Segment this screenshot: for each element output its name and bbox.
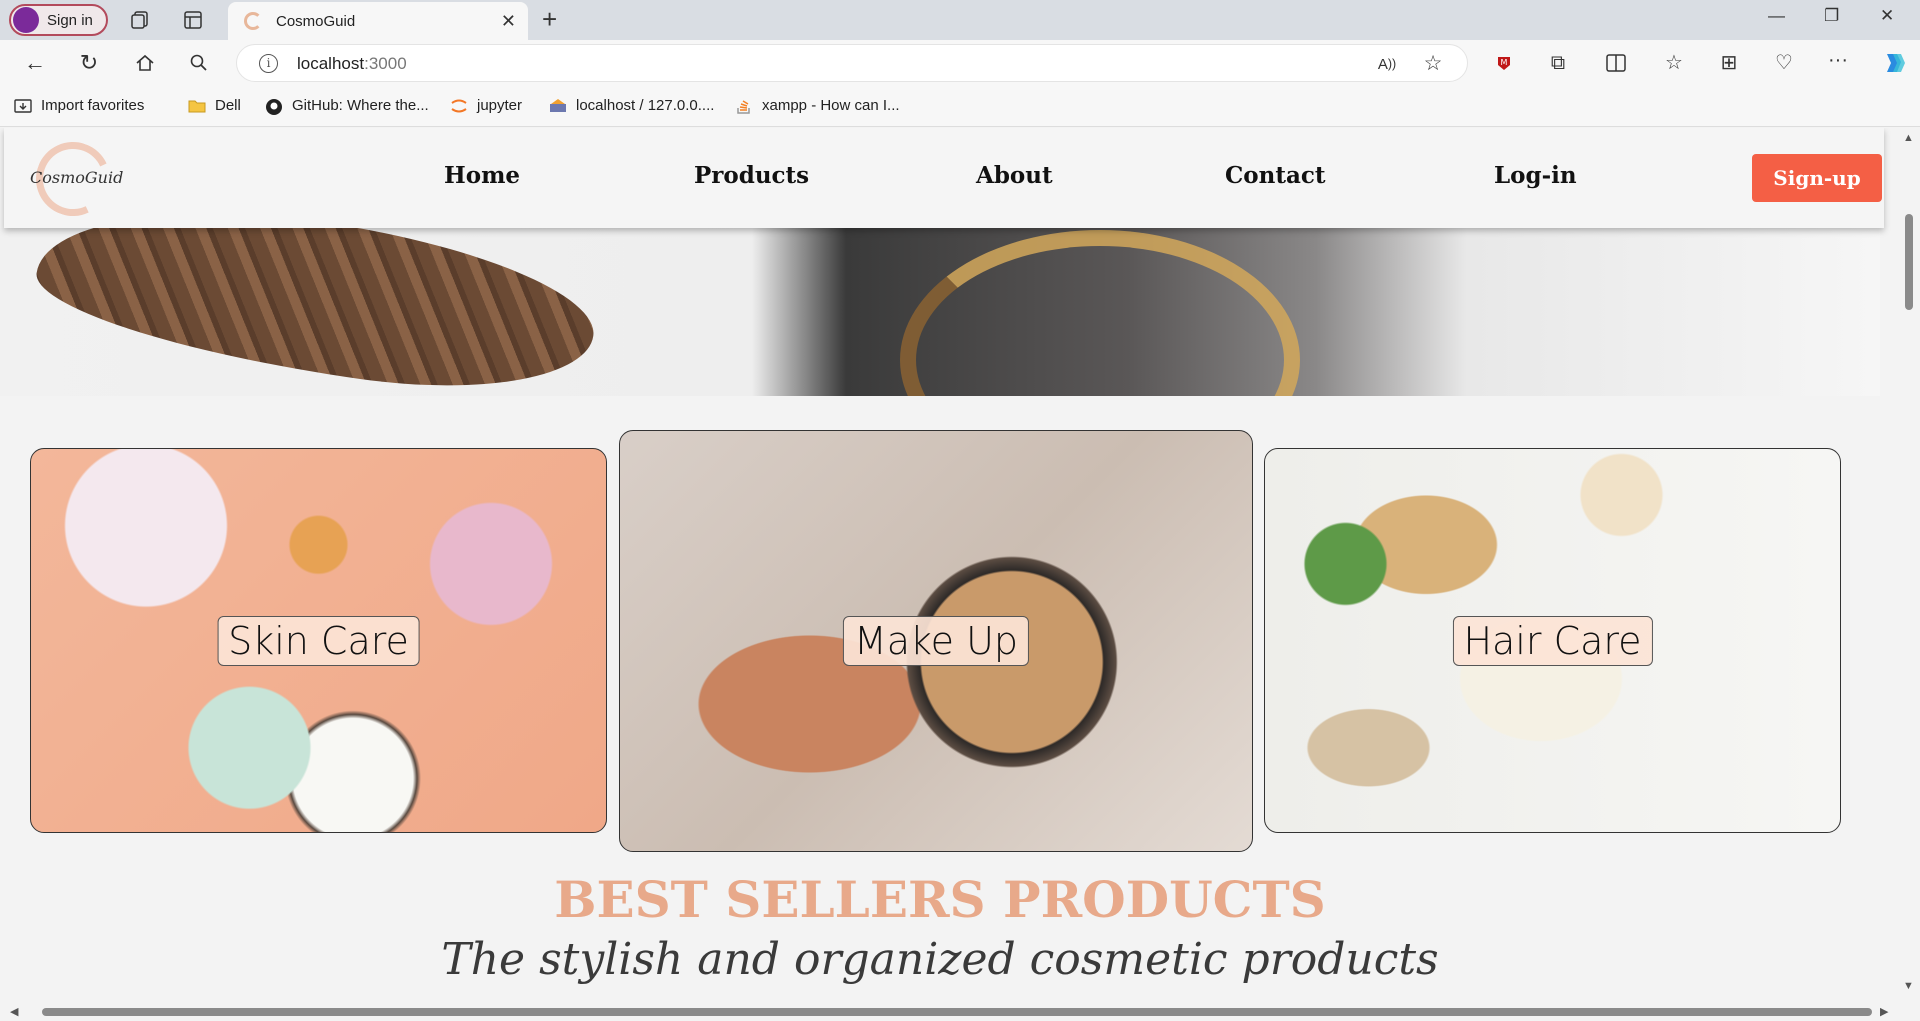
scroll-down-icon[interactable]: ▼: [1903, 980, 1914, 992]
signup-button[interactable]: Sign-up: [1752, 154, 1882, 202]
extensions-icon[interactable]: ⧉: [1546, 51, 1570, 75]
browser-essentials-icon[interactable]: ♡: [1772, 50, 1796, 74]
tab-title: CosmoGuid: [276, 12, 356, 30]
close-window-icon[interactable]: ✕: [1880, 6, 1894, 26]
scroll-left-icon[interactable]: ◀: [10, 1005, 18, 1018]
search-icon[interactable]: [186, 50, 212, 76]
bottle-decoration: [900, 230, 1300, 396]
scroll-right-icon[interactable]: ▶: [1880, 1005, 1888, 1018]
signin-label: Sign in: [47, 11, 93, 29]
tagline-text: The stylish and organized cosmetic produ…: [441, 934, 1439, 985]
hero-banner-image: [0, 228, 1880, 396]
fav-jupyter[interactable]: jupyter: [450, 97, 522, 114]
read-aloud-icon[interactable]: A)): [1375, 53, 1399, 75]
fav-import-favorites[interactable]: Import favorites: [14, 97, 144, 114]
site-logo[interactable]: CosmoGuid: [25, 131, 130, 227]
page-viewport: CosmoGuid Home Products About Contact Lo…: [0, 128, 1898, 1002]
fav-dell[interactable]: Dell: [188, 97, 241, 114]
nav-login-link[interactable]: Log-in: [1494, 162, 1577, 189]
vertical-scroll-thumb[interactable]: [1905, 214, 1913, 310]
category-card-skin-care[interactable]: Skin Care: [30, 448, 607, 833]
nav-contact-link[interactable]: Contact: [1225, 162, 1326, 189]
more-menu-icon[interactable]: ···: [1826, 48, 1850, 72]
url-text: localhost:3000: [297, 54, 407, 73]
nav-home-link[interactable]: Home: [444, 162, 520, 189]
horizontal-scrollbar[interactable]: ◀ ▶: [0, 1002, 1920, 1021]
import-icon: [14, 98, 32, 114]
favorites-icon[interactable]: ☆: [1662, 50, 1686, 74]
stackoverflow-icon: [735, 98, 753, 114]
avatar: [13, 7, 39, 33]
category-card-make-up[interactable]: Make Up: [619, 430, 1253, 852]
pinecone-image: [28, 228, 604, 396]
category-card-hair-care[interactable]: Hair Care: [1264, 448, 1841, 833]
horizontal-scroll-thumb[interactable]: [42, 1008, 1872, 1016]
address-bar[interactable]: i localhost:3000 A)) ☆: [236, 44, 1468, 82]
back-icon[interactable]: ←: [22, 50, 48, 76]
fav-github[interactable]: GitHub: Where the...: [265, 97, 429, 115]
best-sellers-heading: BEST SELLERS PRODUCTS: [554, 870, 1326, 929]
jupyter-icon: [450, 98, 468, 114]
favorites-bar: Import favorites Dell GitHub: Where the.…: [0, 87, 1920, 127]
category-label: Make Up: [842, 616, 1030, 666]
tab-cosmoguid[interactable]: CosmoGuid ✕: [228, 2, 528, 40]
address-toolbar: ← ↻ i localhost:3000 A)) ☆ M ⧉ ☆ ⊞ ♡ ···: [0, 40, 1920, 87]
category-label: Skin Care: [217, 615, 420, 666]
close-tab-icon[interactable]: ✕: [501, 11, 516, 32]
logo-text: CosmoGuid: [30, 168, 124, 187]
fav-localhost[interactable]: localhost / 127.0.0....: [549, 97, 714, 114]
home-icon[interactable]: [132, 50, 158, 76]
workspaces-icon[interactable]: [128, 8, 154, 32]
refresh-icon[interactable]: ↻: [76, 50, 102, 76]
site-favicon-icon: [244, 12, 262, 30]
profile-signin-button[interactable]: Sign in: [9, 4, 108, 36]
site-info-icon[interactable]: i: [259, 54, 278, 73]
site-navbar: CosmoGuid Home Products About Contact Lo…: [4, 128, 1884, 228]
category-label: Hair Care: [1452, 615, 1653, 666]
new-tab-icon[interactable]: +: [542, 4, 557, 35]
scroll-up-icon[interactable]: ▲: [1903, 132, 1914, 144]
browser-tab-bar: Sign in CosmoGuid ✕ + — ❐ ✕: [0, 0, 1920, 40]
collections-icon[interactable]: ⊞: [1717, 50, 1741, 74]
folder-icon: [188, 98, 206, 114]
copilot-icon[interactable]: [1880, 49, 1908, 77]
minimize-icon[interactable]: —: [1768, 6, 1785, 26]
github-icon: [265, 98, 283, 115]
nav-products-link[interactable]: Products: [694, 162, 809, 189]
vertical-scrollbar[interactable]: ▲ ▼: [1898, 128, 1920, 1002]
phpmyadmin-icon: [549, 98, 567, 114]
favorite-star-icon[interactable]: ☆: [1421, 51, 1445, 75]
split-screen-icon[interactable]: [1604, 51, 1628, 75]
svg-text:M: M: [1501, 58, 1508, 67]
restore-icon[interactable]: ❐: [1824, 6, 1839, 26]
nav-about-link[interactable]: About: [976, 162, 1053, 189]
tab-actions-icon[interactable]: [180, 8, 206, 32]
fav-xampp[interactable]: xampp - How can I...: [735, 97, 900, 114]
extension-mcafee-icon[interactable]: M: [1492, 51, 1516, 75]
